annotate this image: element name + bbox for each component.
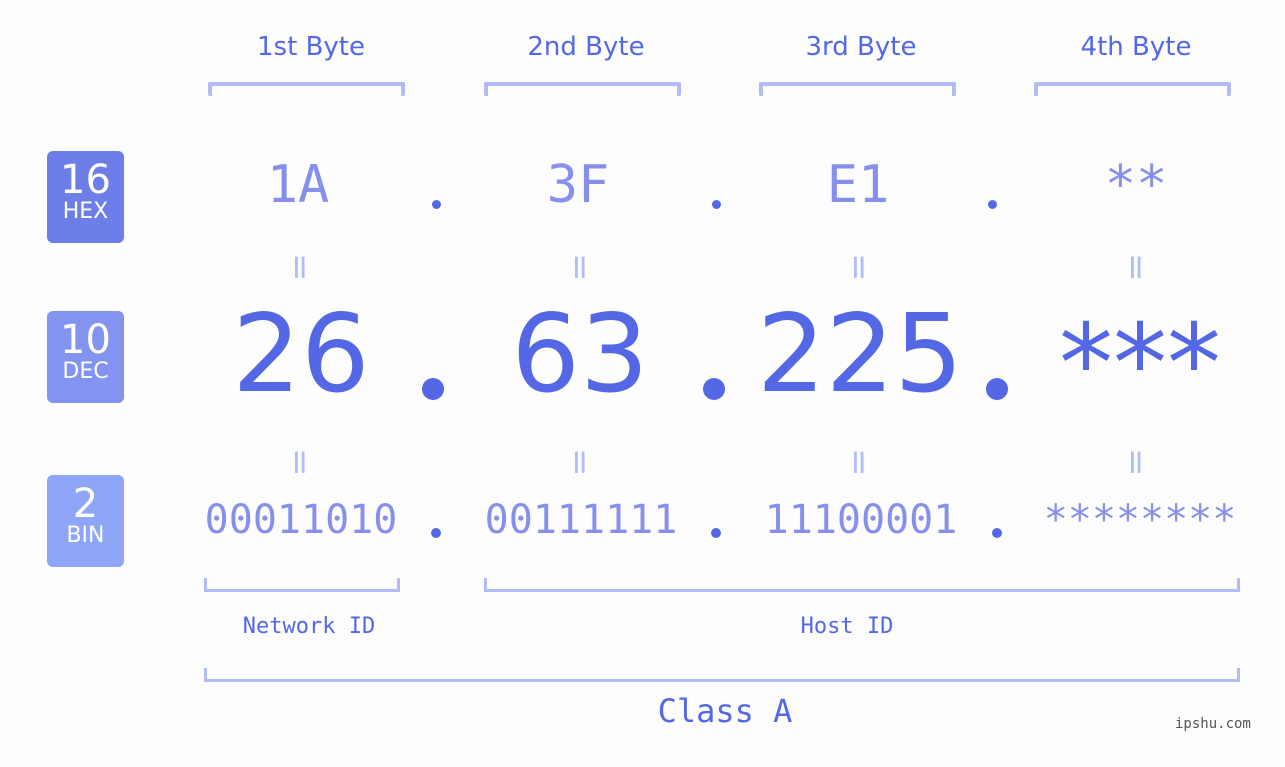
- byte-label-1: 1st Byte: [257, 32, 365, 62]
- hex-separator-dot: [988, 200, 997, 209]
- network-id-label: Network ID: [242, 614, 376, 639]
- dec-byte-4: ***: [1059, 302, 1221, 427]
- hex-byte-1: 1A: [266, 155, 330, 215]
- bin-separator-dot: [992, 528, 1002, 538]
- hex-byte-3: E1: [826, 155, 890, 215]
- equals-icon: =: [280, 253, 320, 282]
- class-bracket: [204, 668, 1240, 682]
- equals-icon: =: [560, 253, 600, 282]
- watermark: ipshu.com: [1175, 716, 1251, 732]
- hex-byte-4: **: [1104, 155, 1168, 215]
- byte-bracket-4: [1034, 82, 1231, 96]
- equals-icon: =: [1116, 448, 1156, 477]
- dec-separator-dot: [986, 378, 1008, 400]
- byte-bracket-3: [759, 82, 956, 96]
- byte-label-3: 3rd Byte: [805, 32, 917, 62]
- hex-base-label: HEX: [62, 199, 109, 224]
- network-id-bracket: [204, 578, 400, 592]
- equals-icon: =: [1116, 253, 1156, 282]
- dec-base-number: 10: [60, 317, 111, 363]
- bin-byte-2: 00111111: [484, 497, 678, 543]
- byte-bracket-1: [208, 82, 405, 96]
- byte-label-2: 2nd Byte: [527, 32, 645, 62]
- bin-byte-1: 00011010: [204, 497, 398, 543]
- bin-separator-dot: [711, 528, 721, 538]
- equals-icon: =: [839, 448, 879, 477]
- byte-label-4: 4th Byte: [1080, 32, 1192, 62]
- bin-badge: 2 BIN: [47, 475, 124, 567]
- dec-byte-3: 225: [756, 292, 964, 417]
- equals-icon: =: [280, 448, 320, 477]
- host-id-bracket: [484, 578, 1240, 592]
- bin-base-number: 2: [72, 481, 99, 527]
- byte-bracket-2: [484, 82, 681, 96]
- hex-separator-dot: [432, 200, 441, 209]
- host-id-label: Host ID: [800, 614, 894, 639]
- dec-separator-dot: [422, 378, 444, 400]
- hex-separator-dot: [712, 200, 721, 209]
- bin-base-label: BIN: [66, 523, 105, 548]
- equals-icon: =: [839, 253, 879, 282]
- dec-byte-1: 26: [232, 292, 370, 417]
- class-label: Class A: [657, 692, 793, 730]
- bin-separator-dot: [431, 528, 441, 538]
- dec-base-label: DEC: [62, 359, 109, 384]
- equals-icon: =: [560, 448, 600, 477]
- dec-byte-2: 63: [511, 292, 649, 417]
- dec-badge: 10 DEC: [47, 311, 124, 403]
- dec-separator-dot: [703, 378, 725, 400]
- hex-byte-2: 3F: [546, 155, 610, 215]
- bin-byte-3: 11100001: [764, 497, 958, 543]
- bin-byte-4: ********: [1043, 497, 1237, 543]
- hex-base-number: 16: [60, 157, 111, 203]
- hex-badge: 16 HEX: [47, 151, 124, 243]
